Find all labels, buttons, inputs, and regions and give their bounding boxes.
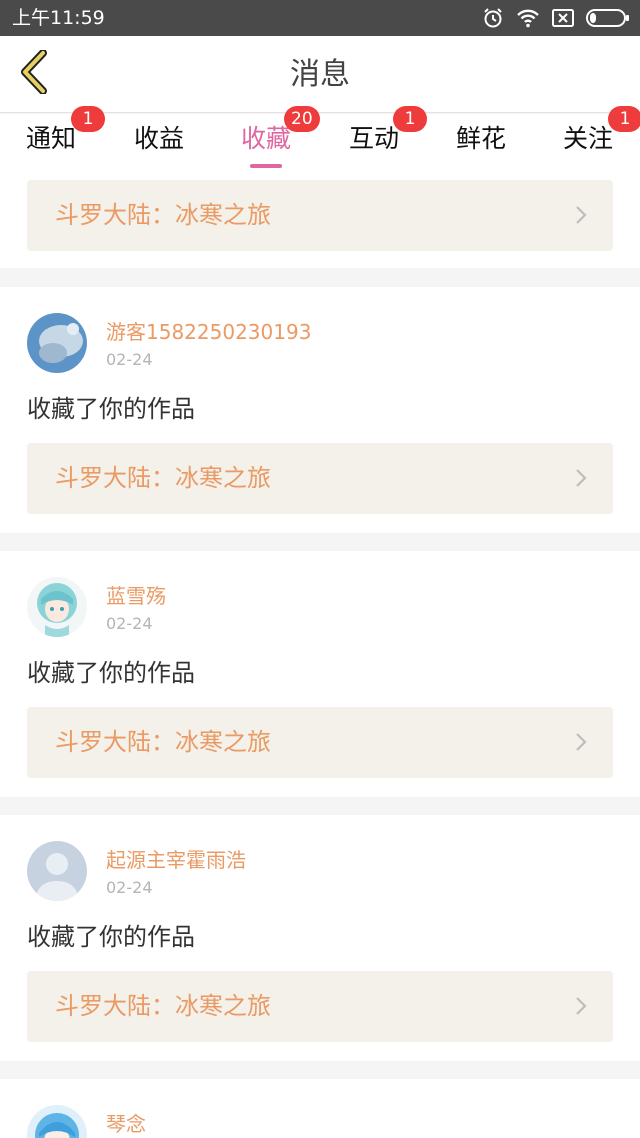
- work-link[interactable]: 斗罗大陆：冰寒之旅: [27, 180, 613, 251]
- following-badge: 1: [608, 106, 640, 132]
- status-bar: 上午11:59: [0, 0, 640, 36]
- alarm-icon: [482, 7, 504, 29]
- work-title: 斗罗大陆：冰寒之旅: [55, 464, 271, 492]
- work-link[interactable]: 斗罗大陆：冰寒之旅: [27, 707, 613, 778]
- tab-interactions[interactable]: 互动 1: [324, 106, 427, 170]
- avatar[interactable]: [27, 841, 87, 901]
- chevron-right-icon: [575, 205, 587, 229]
- avatar[interactable]: [27, 313, 87, 373]
- battery-icon: [586, 8, 630, 28]
- chevron-right-icon: [575, 468, 587, 492]
- message-card: 游客1582250230193 02-24 收藏了你的作品 斗罗大陆：冰寒之旅: [0, 287, 640, 533]
- notification-badge: 1: [71, 106, 105, 132]
- message-card: 斗罗大陆：冰寒之旅: [0, 170, 640, 268]
- message-card: 起源主宰霍雨浩 02-24 收藏了你的作品 斗罗大陆：冰寒之旅: [0, 815, 640, 1061]
- tab-favorites[interactable]: 收藏 20: [216, 106, 320, 170]
- sim-icon: [552, 8, 574, 28]
- tab-notifications[interactable]: 通知 1: [1, 106, 105, 170]
- work-link[interactable]: 斗罗大陆：冰寒之旅: [27, 443, 613, 514]
- chevron-right-icon: [575, 732, 587, 756]
- user-name[interactable]: 起源主宰霍雨浩: [106, 848, 246, 872]
- action-text: 收藏了你的作品: [27, 659, 195, 687]
- tab-label: 收益: [133, 124, 184, 153]
- message-card: 蓝雪殇 02-24 收藏了你的作品 斗罗大陆：冰寒之旅: [0, 551, 640, 797]
- tab-flowers[interactable]: 鲜花: [431, 114, 531, 170]
- page-title: 消息: [290, 57, 350, 92]
- avatar[interactable]: [27, 1105, 87, 1138]
- work-title: 斗罗大陆：冰寒之旅: [55, 728, 271, 756]
- status-icons: [482, 7, 630, 29]
- work-title: 斗罗大陆：冰寒之旅: [55, 992, 271, 1020]
- message-date: 02-24: [106, 350, 153, 369]
- tab-bar: 通知 1 收益 收藏 20 互动 1 鲜花 关注 1: [0, 106, 640, 170]
- wifi-icon: [516, 8, 540, 28]
- tab-label: 鲜花: [455, 124, 506, 153]
- avatar[interactable]: [27, 577, 87, 637]
- work-link[interactable]: 斗罗大陆：冰寒之旅: [27, 971, 613, 1042]
- favorites-badge: 20: [284, 106, 320, 132]
- user-name[interactable]: 琴念: [106, 1112, 146, 1136]
- message-date: 02-24: [106, 614, 153, 633]
- tab-earnings[interactable]: 收益: [109, 114, 209, 170]
- interactions-badge: 1: [393, 106, 427, 132]
- action-text: 收藏了你的作品: [27, 395, 195, 423]
- status-time: 上午11:59: [12, 7, 105, 29]
- message-date: 02-24: [106, 878, 153, 897]
- action-text: 收藏了你的作品: [27, 923, 195, 951]
- work-title: 斗罗大陆：冰寒之旅: [55, 201, 271, 229]
- user-name[interactable]: 蓝雪殇: [106, 584, 166, 608]
- tab-following[interactable]: 关注 1: [538, 106, 640, 170]
- message-card: 琴念: [0, 1079, 640, 1138]
- message-list[interactable]: 斗罗大陆：冰寒之旅 游客1582250230193 02-24 收藏了你的作品 …: [0, 170, 640, 1138]
- user-name[interactable]: 游客1582250230193: [106, 320, 311, 344]
- active-tab-indicator: [250, 164, 282, 168]
- header: 消息: [0, 36, 640, 113]
- chevron-right-icon: [575, 996, 587, 1020]
